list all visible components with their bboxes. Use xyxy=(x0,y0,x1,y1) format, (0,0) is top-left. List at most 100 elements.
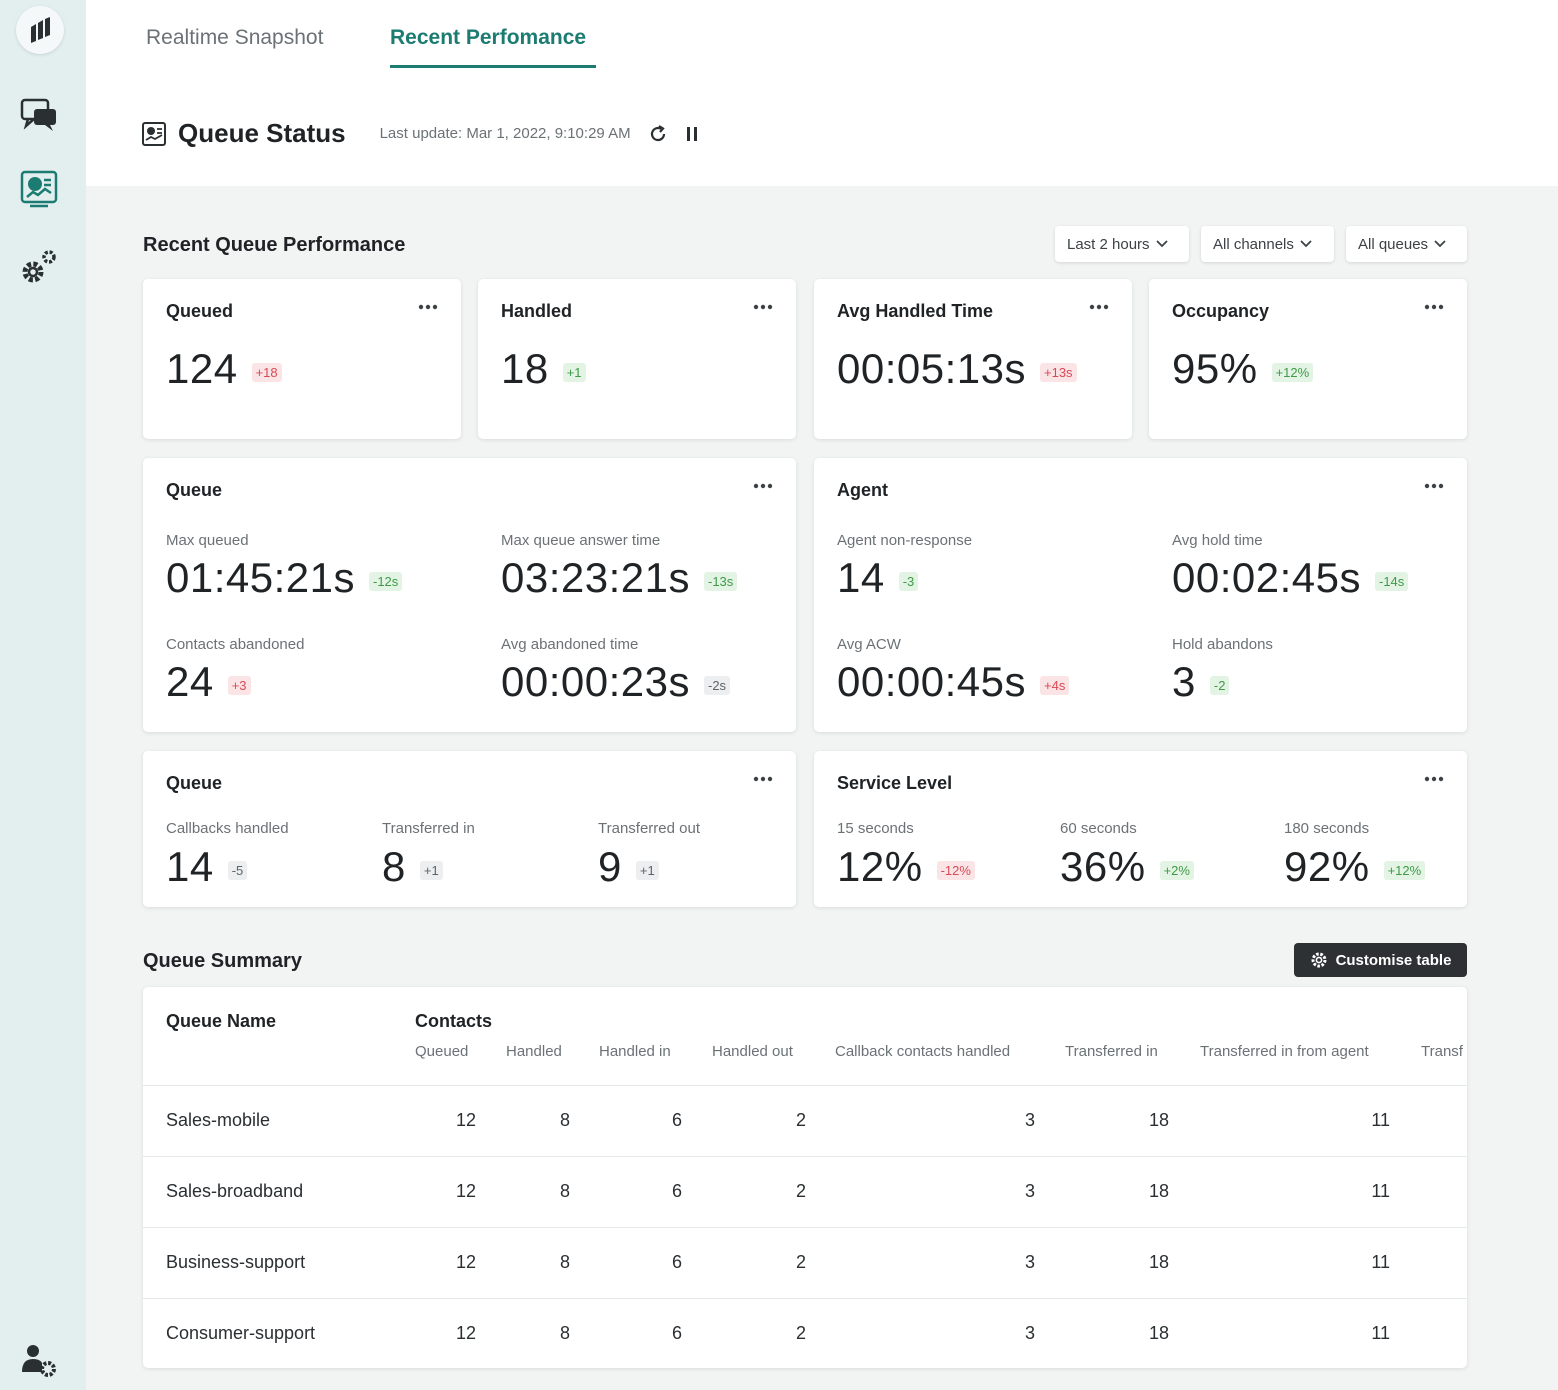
metric-value-row: 95% +12% xyxy=(1172,345,1314,393)
settings-icon[interactable] xyxy=(18,246,60,288)
customise-table-button[interactable]: Customise table xyxy=(1294,943,1467,977)
section-title-summary: Queue Summary xyxy=(143,950,302,972)
metric-value: 36% xyxy=(1060,843,1146,890)
column-header-transferred-in[interactable]: Transferred in xyxy=(1065,1043,1158,1060)
metric-value-row: 00:00:45s +4s xyxy=(837,658,1070,706)
metric-label: 60 seconds xyxy=(1060,820,1137,837)
metric-value: 00:02:45s xyxy=(1172,554,1361,601)
column-header-transferred-in-agent[interactable]: Transferred in from agent xyxy=(1200,1043,1369,1060)
metric-value-row: 18 +1 xyxy=(501,345,586,393)
metric-delta: +4s xyxy=(1040,675,1070,695)
more-icon[interactable] xyxy=(750,297,776,317)
card-title: Queue xyxy=(166,480,223,500)
value-cell: 6 xyxy=(671,1323,682,1343)
metric-delta: -5 xyxy=(227,860,248,880)
metric-delta: +2% xyxy=(1159,860,1194,880)
more-icon[interactable] xyxy=(415,297,441,317)
metric-value-row: 00:02:45s -14s xyxy=(1172,554,1409,602)
metric-label: Avg ACW xyxy=(837,636,901,653)
metric-value: 92% xyxy=(1284,843,1370,890)
metric-value: 14 xyxy=(166,843,214,890)
metric-delta: -2 xyxy=(1209,675,1230,695)
queue-name-cell: Sales-broadband xyxy=(166,1181,304,1201)
card-title: Queue xyxy=(166,773,223,793)
metric-label: Hold abandons xyxy=(1172,636,1273,653)
metric-value-row: 00:05:13s +13s xyxy=(837,345,1077,393)
table-row[interactable]: Business-support 12 8 6 2 3 18 11 xyxy=(143,1227,1467,1298)
metric-value: 12% xyxy=(837,843,923,890)
more-icon[interactable] xyxy=(1421,476,1447,496)
metric-label: Callbacks handled xyxy=(166,820,289,837)
filter-queues[interactable]: All queues xyxy=(1346,226,1467,262)
metric-label: Avg hold time xyxy=(1172,532,1263,549)
tab-realtime-snapshot[interactable]: Realtime Snapshot xyxy=(146,26,323,68)
metric-label: Transferred in xyxy=(382,820,475,837)
metric-value-row: 8 +1 xyxy=(382,843,443,891)
tab-recent-performance[interactable]: Recent Perfomance xyxy=(390,26,596,68)
column-header-queue-name[interactable]: Queue Name xyxy=(166,1011,276,1032)
queue-name-cell: Consumer-support xyxy=(166,1323,316,1343)
value-cell: 6 xyxy=(671,1252,682,1272)
metric-delta: -2s xyxy=(704,675,731,695)
kpi-delta: +1 xyxy=(562,362,586,382)
table-row[interactable]: Sales-broadband 12 8 6 2 3 18 11 xyxy=(143,1156,1467,1227)
column-header-handled-in[interactable]: Handled in xyxy=(599,1043,671,1060)
queue-transfers-card: Queue Callbacks handled 14 -5 Transferre… xyxy=(143,751,796,907)
column-header-callback-contacts[interactable]: Callback contacts handled xyxy=(835,1043,1010,1060)
refresh-icon[interactable] xyxy=(647,123,669,145)
column-header-handled-out[interactable]: Handled out xyxy=(712,1043,793,1060)
value-cell: 12 xyxy=(455,1323,476,1343)
user-settings-icon[interactable] xyxy=(18,1340,60,1382)
metric-delta: -12s xyxy=(369,571,403,591)
metric-value: 03:23:21s xyxy=(501,554,690,601)
pause-icon[interactable] xyxy=(681,123,703,145)
more-icon[interactable] xyxy=(750,476,776,496)
metric-delta: -3 xyxy=(898,571,919,591)
column-header-transferred-out[interactable]: Transf xyxy=(1421,1043,1463,1060)
metric-value: 3 xyxy=(1172,658,1196,705)
metric-value-row: 00:00:23s -2s xyxy=(501,658,731,706)
table-row[interactable]: Consumer-support 12 8 6 2 3 18 11 xyxy=(143,1298,1467,1368)
filter-channels[interactable]: All channels xyxy=(1201,226,1334,262)
last-update: Last update: Mar 1, 2022, 9:10:29 AM xyxy=(379,125,631,142)
metric-value-row: 124 +18 xyxy=(166,345,282,393)
value-cell: 2 xyxy=(795,1110,806,1130)
kpi-value: 124 xyxy=(166,345,238,392)
value-cell: 11 xyxy=(1371,1252,1390,1272)
chevron-down-icon xyxy=(1155,240,1168,248)
more-icon[interactable] xyxy=(750,769,776,789)
more-icon[interactable] xyxy=(1421,769,1447,789)
metric-label: Transferred out xyxy=(598,820,700,837)
value-cell: 18 xyxy=(1148,1181,1169,1201)
table-row[interactable]: Sales-mobile 12 8 6 2 3 18 11 xyxy=(143,1085,1467,1156)
metric-label: 15 seconds xyxy=(837,820,914,837)
metric-label: 180 seconds xyxy=(1284,820,1370,837)
value-cell: 2 xyxy=(795,1323,806,1343)
more-icon[interactable] xyxy=(1421,297,1447,317)
metric-delta: +12% xyxy=(1383,860,1426,880)
value-cell: 18 xyxy=(1148,1323,1169,1343)
filter-time-range[interactable]: Last 2 hours xyxy=(1055,226,1189,262)
column-header-queued[interactable]: Queued xyxy=(415,1043,468,1060)
page-title: Queue Status xyxy=(178,118,346,148)
chat-icon[interactable] xyxy=(18,94,60,136)
more-icon[interactable] xyxy=(1086,297,1112,317)
filter-label: Last 2 hours xyxy=(1067,235,1150,253)
value-cell: 18 xyxy=(1148,1110,1169,1130)
logo-icon[interactable] xyxy=(16,6,64,54)
value-cell: 8 xyxy=(559,1110,570,1130)
metric-value-row: 14 -5 xyxy=(166,843,248,891)
dashboard-icon[interactable] xyxy=(18,168,60,210)
column-header-handled[interactable]: Handled xyxy=(506,1043,562,1060)
metric-delta: +1 xyxy=(635,860,659,880)
metric-value-row: 9 +1 xyxy=(598,843,659,891)
metric-value-row: 12% -12% xyxy=(837,843,975,891)
card-title: Occupancy xyxy=(1172,301,1270,321)
value-cell: 11 xyxy=(1371,1181,1390,1201)
agent-metrics-card: Agent Agent non-response 14 -3 Avg hold … xyxy=(814,458,1467,732)
card-title: Service Level xyxy=(837,773,953,793)
metric-label: Contacts abandoned xyxy=(166,636,305,653)
card-title: Handled xyxy=(501,301,573,321)
kpi-card: Avg Handled Time 00:05:13s +13s xyxy=(814,279,1132,439)
queue-summary-table: Queue Name Contacts Queued Handled Handl… xyxy=(143,987,1467,1368)
